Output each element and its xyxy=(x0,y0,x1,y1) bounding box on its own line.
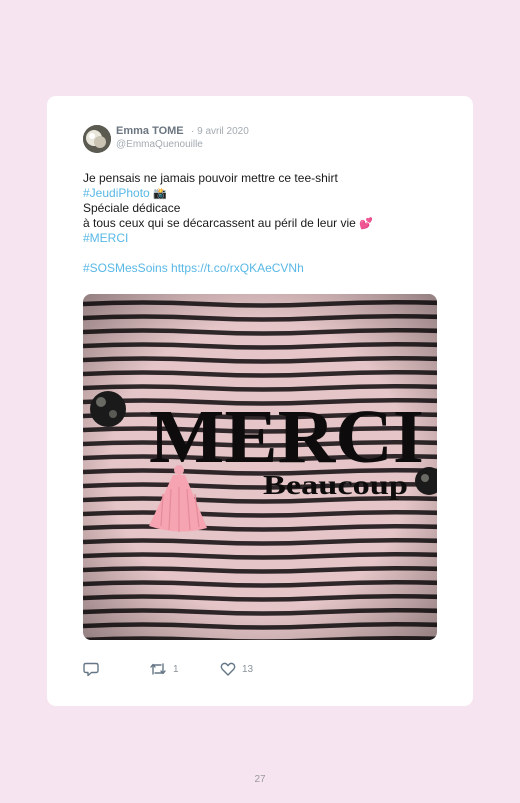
flower-patch-left-icon xyxy=(90,391,126,427)
tweet-line-1: Je pensais ne jamais pouvoir mettre ce t… xyxy=(83,171,338,185)
tweet-card: Emma TOME · 9 avril 2020 @EmmaQuenouille… xyxy=(47,96,473,706)
hashtag-jeudiphoto[interactable]: #JeudiPhoto xyxy=(83,186,150,200)
two-hearts-emoji-icon: 💕 xyxy=(359,217,373,230)
retweet-button[interactable]: 1 xyxy=(149,661,179,677)
tweet-line-5: #MERCI xyxy=(83,231,443,246)
reply-button[interactable] xyxy=(83,661,99,677)
tweet-date[interactable]: · 9 avril 2020 xyxy=(191,126,249,137)
like-button[interactable]: 13 xyxy=(220,661,253,677)
tweet-line-4: à tous ceux qui se décarcassent au péril… xyxy=(83,216,443,231)
like-count: 13 xyxy=(242,663,254,675)
page-number: 27 xyxy=(254,774,266,785)
avatar[interactable] xyxy=(83,125,111,153)
tweet-line-3: Spéciale dédicace xyxy=(83,201,181,215)
tweet-url-link[interactable]: https://t.co/rxQKAeCVNh xyxy=(171,261,304,275)
heart-icon xyxy=(220,662,236,676)
tweet-line-2: #JeudiPhoto 📸 xyxy=(83,186,443,201)
hashtag-sosmessoins[interactable]: #SOSMesSoins xyxy=(83,261,168,275)
author-name[interactable]: Emma TOME xyxy=(116,125,184,137)
retweet-count: 1 xyxy=(173,663,179,675)
retweet-icon xyxy=(150,663,166,675)
tweet-actions: 1 13 xyxy=(83,661,383,677)
reply-icon xyxy=(83,662,99,677)
tweet-text: Je pensais ne jamais pouvoir mettre ce t… xyxy=(83,171,443,276)
tweet-line-6: #SOSMesSoins https://t.co/rxQKAeCVNh xyxy=(83,261,443,276)
camera-flash-emoji-icon: 📸 xyxy=(153,187,167,200)
author-handle[interactable]: @EmmaQuenouille xyxy=(116,139,203,150)
tweet-line-4-text: à tous ceux qui se décarcassent au péril… xyxy=(83,216,356,230)
shirt-text-merci: MERCI xyxy=(149,395,424,479)
shirt-text-beaucoup: Beaucoup xyxy=(263,470,408,500)
tweet-photo[interactable]: MERCI Beaucoup xyxy=(83,294,437,640)
hashtag-merci[interactable]: #MERCI xyxy=(83,231,128,245)
